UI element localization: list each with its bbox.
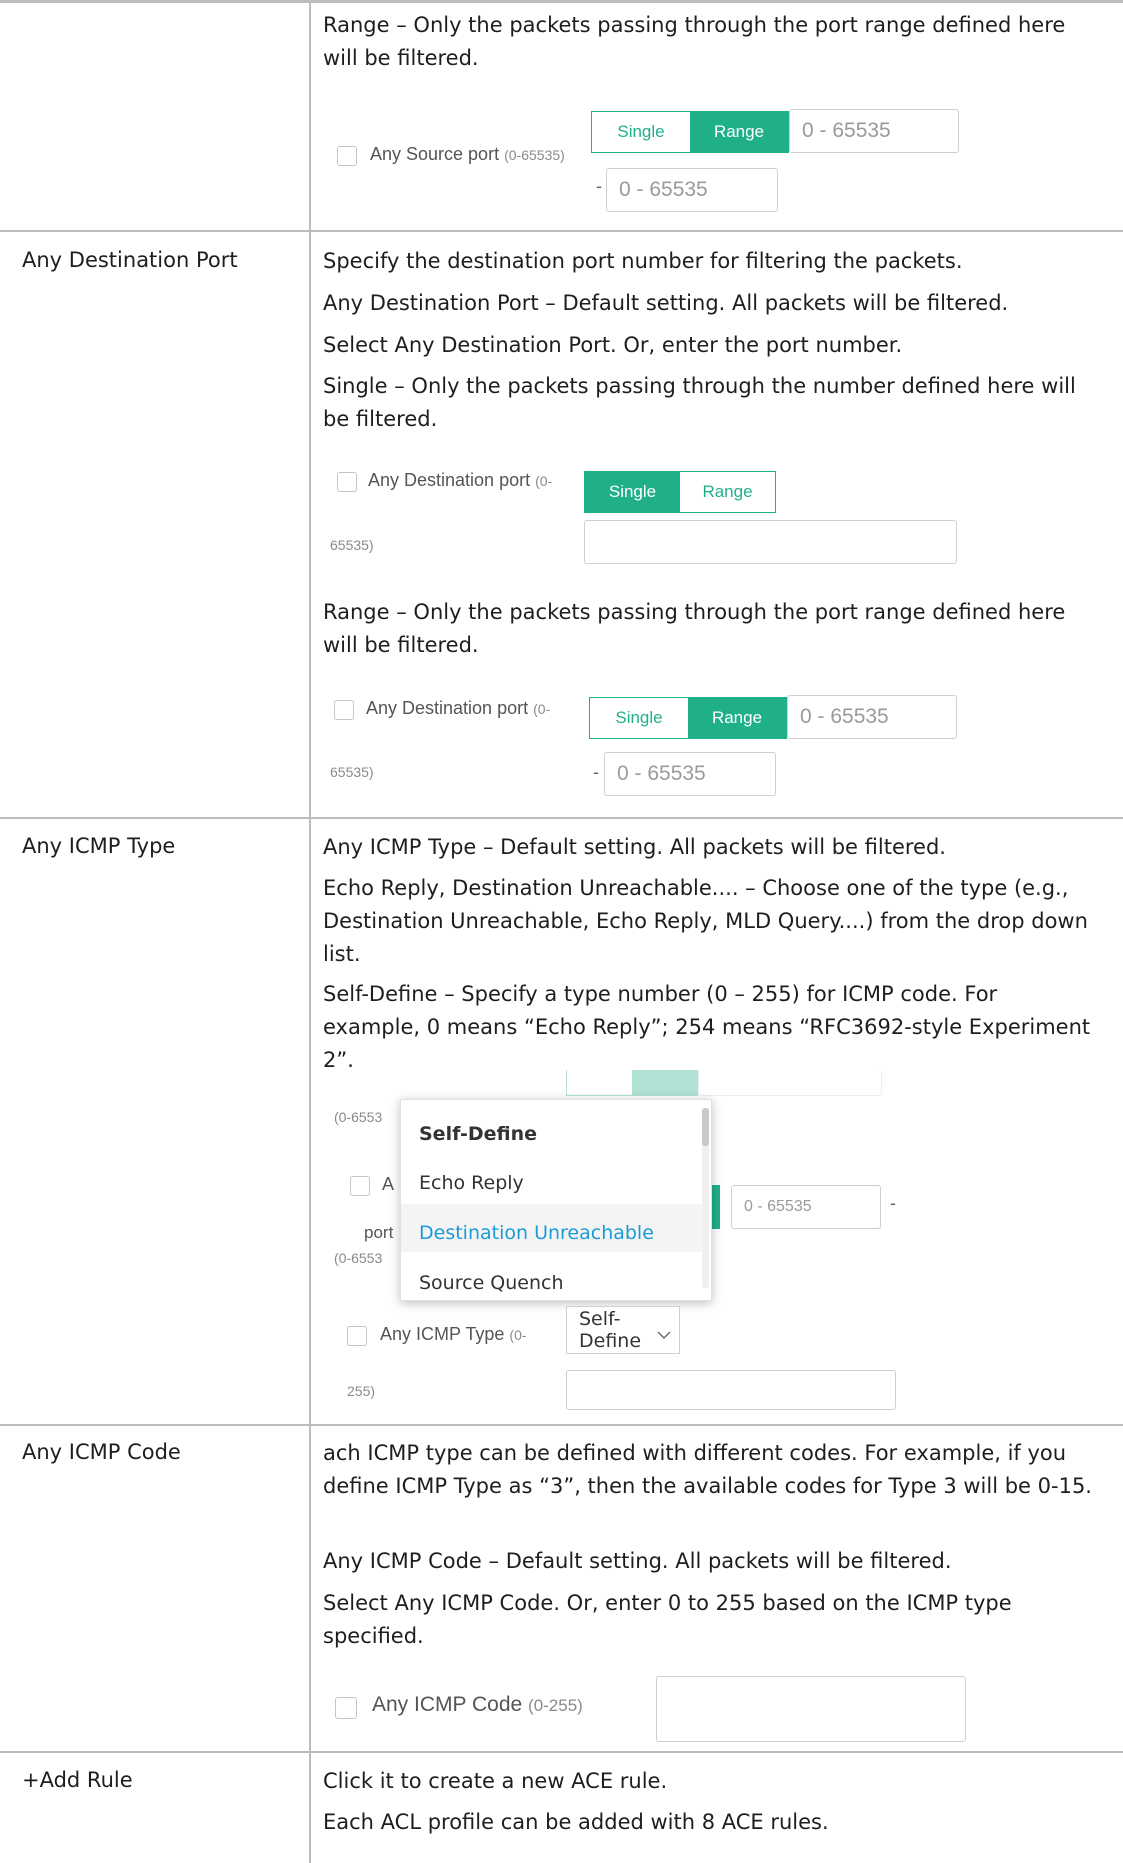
any-source-port-label: Any Source port (0-65535) xyxy=(370,144,565,164)
option-self-define[interactable]: Self-Define xyxy=(419,1123,537,1145)
dest-port-input[interactable] xyxy=(584,520,957,564)
range-description: Range – Only the packets passing through… xyxy=(323,13,1066,70)
any-icmp-type-label: Any ICMP Type xyxy=(22,834,176,858)
chevron-down-icon xyxy=(657,1323,671,1345)
icmp-type-select[interactable]: Self-Define xyxy=(566,1306,680,1354)
add-rule-desc-1: Click it to create a new ACE rule. xyxy=(323,1769,668,1793)
icmp-code-desc-2: Any ICMP Code – Default setting. All pac… xyxy=(323,1549,952,1573)
row-divider xyxy=(0,230,1123,232)
background-input xyxy=(698,1070,882,1096)
any-label-truncated: A xyxy=(382,1174,395,1194)
dest-port-mode-toggle: Single Range xyxy=(584,471,776,513)
dest-port-desc-2: Any Destination Port – Default setting. … xyxy=(323,291,1009,315)
range-dash: - xyxy=(890,1193,896,1213)
range-dash: - xyxy=(596,176,602,196)
icmp-type-desc-3: Self-Define – Specify a type number (0 –… xyxy=(323,982,1091,1072)
dest-port-desc-5: Range – Only the packets passing through… xyxy=(323,600,1066,657)
port-range-hint: 65535) xyxy=(330,537,374,553)
dest-port-from-input[interactable]: 0 - 65535 xyxy=(787,695,957,739)
range-option[interactable]: Range xyxy=(688,698,786,738)
icmp-code-desc-1: ach ICMP type can be defined with differ… xyxy=(323,1441,1092,1498)
range-option[interactable]: Range xyxy=(690,112,788,152)
option-destination-unreachable[interactable]: Destination Unreachable xyxy=(419,1222,654,1244)
row-divider xyxy=(0,1751,1123,1753)
icmp-code-input[interactable] xyxy=(656,1676,966,1742)
any-destination-port-checkbox[interactable] xyxy=(337,472,357,492)
port-range-hint: (0-6553 xyxy=(334,1109,383,1125)
background-toggle xyxy=(566,1070,698,1096)
range-option[interactable]: Range xyxy=(680,472,775,512)
port-range-hint: 65535) xyxy=(330,764,374,780)
icmp-type-dropdown-list: Self-Define Echo Reply Destination Unrea… xyxy=(400,1099,712,1301)
range-option xyxy=(632,1070,697,1095)
port-label: port xyxy=(364,1223,394,1242)
source-port-to-input[interactable]: 0 - 65535 xyxy=(606,168,778,212)
icmp-type-desc-1: Any ICMP Type – Default setting. All pac… xyxy=(323,835,946,859)
add-rule-label: +Add Rule xyxy=(22,1768,133,1792)
row-divider xyxy=(0,817,1123,819)
any-source-port-checkbox[interactable] xyxy=(337,146,357,166)
port-range-hint: (0-6553 xyxy=(334,1250,383,1266)
scrollbar-thumb[interactable] xyxy=(702,1108,709,1146)
any-icmp-code-label: Any ICMP Code xyxy=(22,1440,181,1464)
from-input[interactable]: 0 - 65535 xyxy=(731,1185,881,1229)
option-source-quench[interactable]: Source Quench xyxy=(419,1272,564,1294)
any-icmp-type-checkbox[interactable] xyxy=(347,1326,367,1346)
column-divider xyxy=(309,0,311,1863)
any-checkbox[interactable] xyxy=(350,1176,370,1196)
dest-port-to-input[interactable]: 0 - 65535 xyxy=(604,752,776,796)
icmp-type-input[interactable] xyxy=(566,1370,896,1410)
source-port-from-input[interactable]: 0 - 65535 xyxy=(789,109,959,153)
any-destination-port-checkbox[interactable] xyxy=(334,700,354,720)
any-destination-port-label: Any Destination port (0- xyxy=(366,698,551,718)
dropdown-scrollbar[interactable] xyxy=(702,1108,709,1288)
any-icmp-code-checkbox[interactable] xyxy=(335,1697,357,1719)
single-option xyxy=(567,1070,632,1095)
single-option[interactable]: Single xyxy=(592,112,690,152)
dest-port-desc-1: Specify the destination port number for … xyxy=(323,249,963,273)
dest-port-mode-toggle: Single Range xyxy=(589,697,787,739)
row-divider xyxy=(0,1424,1123,1426)
dest-port-desc-4: Single – Only the packets passing throug… xyxy=(323,374,1076,431)
any-destination-port-label: Any Destination port (0- xyxy=(368,470,553,490)
add-rule-desc-2: Each ACL profile can be added with 8 ACE… xyxy=(323,1810,829,1834)
option-echo-reply[interactable]: Echo Reply xyxy=(419,1172,524,1194)
any-icmp-code-check-label: Any ICMP Code (0-255) xyxy=(372,1693,583,1716)
icmp-code-desc-3: Select Any ICMP Code. Or, enter 0 to 255… xyxy=(323,1591,1012,1648)
single-option[interactable]: Single xyxy=(585,472,680,512)
table-top-border xyxy=(0,0,1123,3)
range-dash: - xyxy=(593,762,599,782)
icmp-type-desc-2: Echo Reply, Destination Unreachable.... … xyxy=(323,876,1088,966)
any-icmp-type-check-label: Any ICMP Type (0- xyxy=(380,1324,527,1344)
source-port-mode-toggle: Single Range xyxy=(591,111,789,153)
single-option[interactable]: Single xyxy=(590,698,688,738)
dest-port-desc-3: Select Any Destination Port. Or, enter t… xyxy=(323,333,903,357)
any-destination-port-label: Any Destination Port xyxy=(22,248,238,272)
type-range-hint: 255) xyxy=(347,1383,376,1399)
